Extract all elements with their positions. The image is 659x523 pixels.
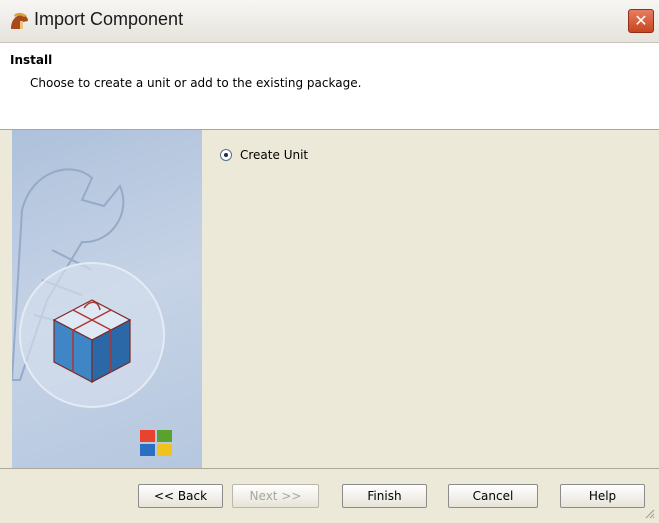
footer-divider — [0, 468, 659, 469]
next-button[interactable]: Next >> — [232, 484, 319, 508]
page-title: Install — [10, 53, 53, 67]
page-description: Choose to create a unit or add to the ex… — [30, 76, 362, 90]
windows-logo-icon — [140, 430, 172, 456]
cancel-button[interactable]: Cancel — [448, 484, 538, 508]
resize-grip-icon[interactable] — [645, 509, 655, 519]
title-bar[interactable]: Import Component ✕ — [0, 0, 659, 43]
side-panel-illustration — [12, 130, 202, 468]
wizard-header: Install Choose to create a unit or add t… — [0, 43, 659, 130]
help-button[interactable]: Help — [560, 484, 645, 508]
create-unit-option[interactable]: Create Unit — [220, 147, 308, 163]
import-component-dialog: Import Component ✕ Install Choose to cre… — [0, 0, 659, 523]
close-icon: ✕ — [634, 11, 648, 30]
close-button[interactable]: ✕ — [628, 9, 654, 33]
finish-button[interactable]: Finish — [342, 484, 427, 508]
spartan-helmet-icon — [11, 12, 28, 29]
back-button[interactable]: << Back — [138, 484, 223, 508]
create-unit-radio[interactable] — [220, 149, 232, 161]
create-unit-label[interactable]: Create Unit — [240, 148, 308, 162]
window-title: Import Component — [34, 9, 184, 29]
